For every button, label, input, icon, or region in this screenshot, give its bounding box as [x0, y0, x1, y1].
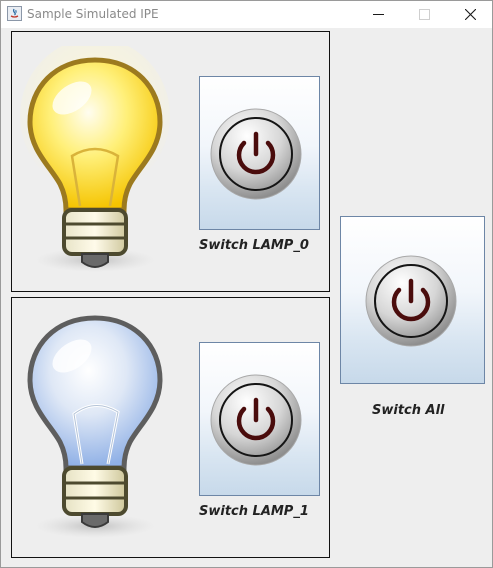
app-window: Sample Simulated IPE Switch LAMP_0 Switc… — [0, 0, 493, 568]
title-bar[interactable]: Sample Simulated IPE — [1, 1, 492, 28]
maximize-icon — [419, 9, 430, 20]
switch-lamp-0-button[interactable] — [199, 76, 320, 230]
switch-lamp-0-label: Switch LAMP_0 — [199, 238, 309, 253]
window-title: Sample Simulated IPE — [27, 7, 159, 21]
close-button[interactable] — [447, 1, 493, 28]
switch-all-label: Switch All — [372, 403, 445, 418]
minimize-button[interactable] — [355, 1, 401, 28]
lamp-panel-0: Switch LAMP_0 — [11, 31, 330, 292]
minimize-icon — [373, 14, 384, 15]
java-app-icon — [7, 6, 22, 21]
switch-lamp-1-button[interactable] — [199, 342, 320, 496]
switch-lamp-1-label: Switch LAMP_1 — [199, 504, 309, 519]
lamp-panel-1: Switch LAMP_1 — [11, 297, 330, 558]
power-icon — [365, 255, 457, 347]
switch-all-button[interactable] — [340, 216, 485, 384]
lightbulb-on-icon — [20, 46, 170, 272]
close-icon — [465, 9, 476, 20]
power-icon — [210, 374, 302, 466]
power-icon — [210, 108, 302, 200]
maximize-button[interactable] — [401, 1, 447, 28]
lightbulb-off-icon — [27, 315, 163, 538]
